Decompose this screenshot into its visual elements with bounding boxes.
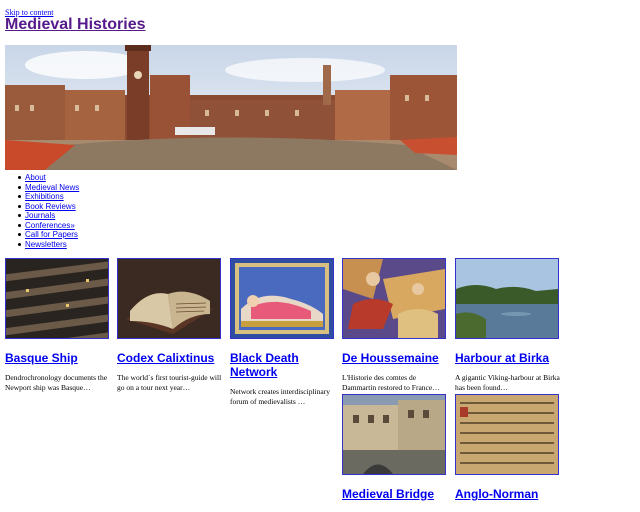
- article-title-link[interactable]: Basque Ship: [5, 351, 113, 365]
- wooden-ship-timbers-photo[interactable]: [5, 258, 109, 339]
- article-card-black-death-network: Black Death Network Network creates inte…: [230, 258, 338, 407]
- article-title-link[interactable]: Black Death Network: [230, 351, 338, 379]
- nav-item-exhibitions[interactable]: Exhibitions: [17, 192, 79, 202]
- nav-item-medieval-news[interactable]: Medieval News: [17, 183, 79, 193]
- article-card-harbour-at-birka: Harbour at Birka A gigantic Viking-harbo…: [455, 258, 563, 393]
- article-excerpt: L'Historie des comtes de Dammartin resto…: [342, 373, 440, 392]
- article-excerpt: Network creates interdisciplinary forum …: [230, 387, 330, 406]
- article-title-link[interactable]: De Houssemaine: [342, 351, 450, 365]
- article-card-medieval-bridge: Medieval Bridge: [342, 394, 450, 501]
- article-excerpt: The world´s first tourist-guide will go …: [117, 373, 222, 392]
- nav-item-about[interactable]: About: [17, 173, 79, 183]
- town-bridge-photo[interactable]: [342, 394, 446, 475]
- article-card-de-houssemaine: De Houssemaine L'Historie des comtes de …: [342, 258, 450, 393]
- article-title-link[interactable]: Harbour at Birka: [455, 351, 563, 365]
- illuminated-sick-man-illustration[interactable]: [230, 258, 334, 339]
- illuminated-manuscript-scene[interactable]: [342, 258, 446, 339]
- article-title-link[interactable]: Medieval Bridge: [342, 487, 450, 501]
- manuscript-text-closeup[interactable]: [455, 394, 559, 475]
- nav-item-conferences[interactable]: Conferences»: [17, 221, 79, 231]
- article-title-link[interactable]: Codex Calixtinus: [117, 351, 225, 365]
- article-card-anglo-norman: Anglo-Norman: [455, 394, 563, 501]
- nav-item-book-reviews[interactable]: Book Reviews: [17, 202, 79, 212]
- article-excerpt: Dendrochronology documents the Newport s…: [5, 373, 108, 392]
- open-manuscript-book-photo[interactable]: [117, 258, 221, 339]
- main-nav: About Medieval News Exhibitions Book Rev…: [17, 173, 79, 250]
- article-card-codex-calixtinus: Codex Calixtinus The world´s first touri…: [117, 258, 225, 393]
- article-excerpt: A gigantic Viking-harbour at Birka has b…: [455, 373, 560, 392]
- banner-image: [5, 45, 457, 170]
- site-title-link[interactable]: Medieval Histories: [5, 16, 146, 34]
- nav-item-call-for-papers[interactable]: Call for Papers: [17, 230, 79, 240]
- nav-item-newsletters[interactable]: Newsletters: [17, 240, 79, 250]
- article-title-link[interactable]: Anglo-Norman: [455, 487, 563, 501]
- article-card-basque-ship: Basque Ship Dendrochronology documents t…: [5, 258, 113, 393]
- nav-item-journals[interactable]: Journals: [17, 211, 79, 221]
- lake-harbour-photo[interactable]: [455, 258, 559, 339]
